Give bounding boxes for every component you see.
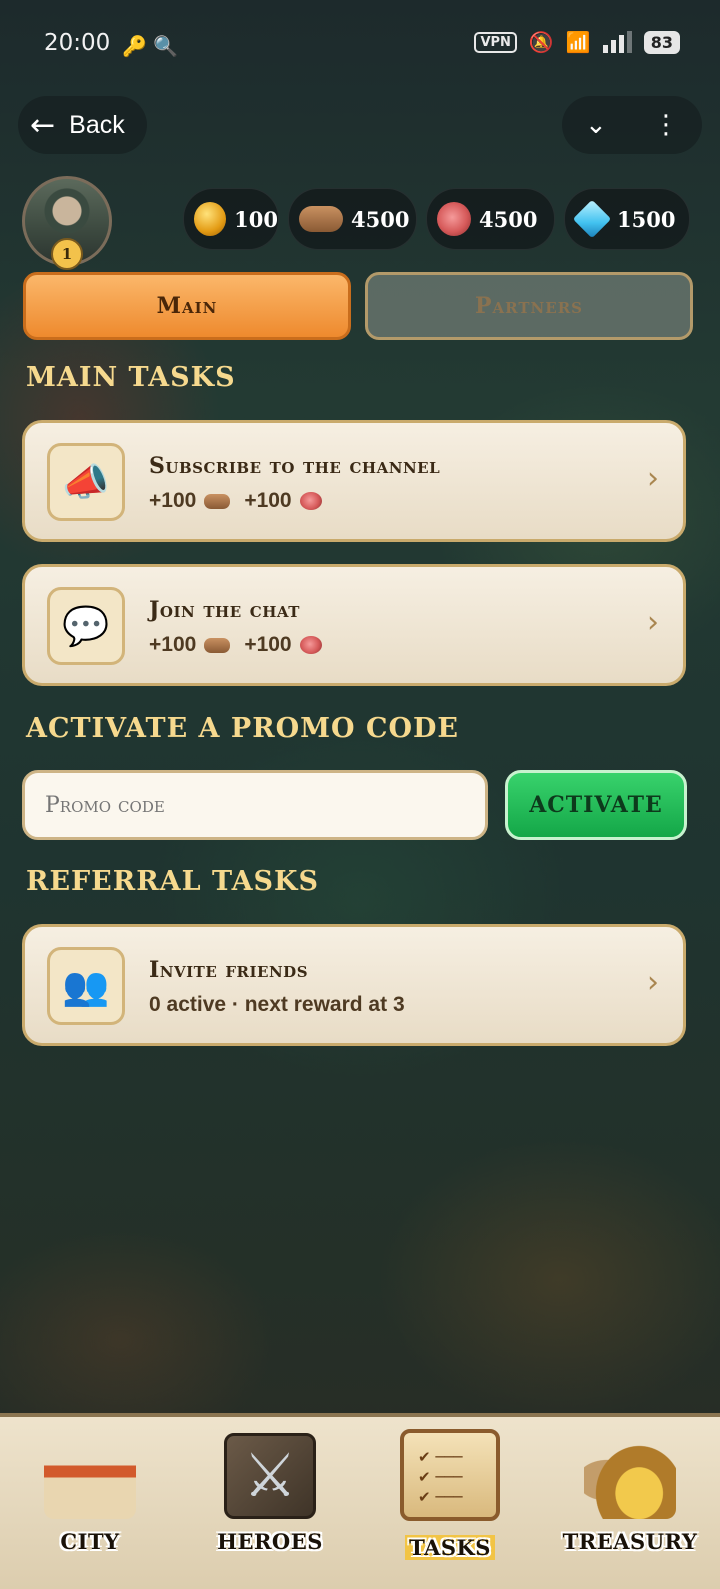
referral-progress: 0 active · next reward at 3: [149, 993, 405, 1016]
resource-wood-value: 4500: [351, 206, 410, 232]
nav-tasks[interactable]: TASKS: [360, 1417, 540, 1589]
wifi-icon: 📶: [565, 30, 591, 54]
task-title: Join the chat: [149, 597, 300, 623]
crossed-axes-icon: [224, 1433, 316, 1519]
resource-gold-value: 100: [234, 206, 278, 232]
reward-meat-amount: +100: [244, 489, 292, 512]
meat-icon: [299, 492, 322, 510]
activate-button[interactable]: ACTIVATE: [505, 770, 687, 840]
nav-treasury[interactable]: TREASURY: [540, 1417, 720, 1589]
resource-wood: 4500: [288, 188, 417, 250]
chevron-right-icon: ›: [647, 605, 659, 640]
resource-gems-value: 1500: [617, 206, 676, 232]
meat-icon: [299, 636, 322, 654]
task-card-invite-friends[interactable]: 👥 Invite friends 0 active · next reward …: [22, 924, 686, 1046]
wood-log-icon: [299, 206, 343, 232]
city-house-icon: [44, 1433, 136, 1519]
wood-log-icon: [204, 493, 231, 509]
task-rewards: +100 +100: [149, 489, 322, 513]
nav-treasury-label: TREASURY: [562, 1529, 698, 1554]
gold-coin-icon: [194, 202, 227, 236]
task-card-subscribe[interactable]: 📣 Subscribe to the channel +100 +100 ›: [22, 420, 686, 542]
reward-wood-amount: +100: [149, 633, 197, 656]
treasure-chest-icon: [584, 1433, 676, 1519]
chevron-right-icon: ›: [647, 461, 659, 496]
nav-heroes[interactable]: HEROES: [180, 1417, 360, 1589]
meat-icon: [437, 202, 471, 236]
nav-tasks-label: TASKS: [405, 1535, 495, 1560]
section-main-tasks: MAIN TASKS: [26, 362, 236, 393]
header-actions: ⌄ ⋮: [562, 96, 702, 154]
task-rewards: +100 +100: [149, 633, 322, 657]
tab-main[interactable]: Main: [23, 272, 351, 340]
people-icon: 👥: [47, 947, 125, 1025]
signal-icon: [602, 31, 632, 53]
vpn-icon: VPN: [474, 31, 517, 53]
speech-bubble-icon: 💬: [47, 587, 125, 665]
bell-muted-icon: 🔕: [528, 30, 554, 54]
task-card-join-chat[interactable]: 💬 Join the chat +100 +100 ›: [22, 564, 686, 686]
battery-icon: 83: [643, 30, 680, 54]
section-promo: ACTIVATE A PROMO CODE: [26, 713, 459, 744]
status-notification-icons: 🔑 🔍: [122, 34, 179, 58]
resource-meat: 4500: [426, 188, 555, 250]
wood-log-icon: [204, 637, 231, 653]
back-label: Back: [69, 110, 125, 139]
back-button[interactable]: ← Back: [18, 96, 147, 154]
task-title: Subscribe to the channel: [149, 453, 441, 479]
resource-gold: 100: [183, 188, 279, 250]
level-badge: 1: [51, 238, 83, 270]
chevron-right-icon: ›: [647, 965, 659, 1000]
reward-meat-amount: +100: [244, 633, 292, 656]
more-vertical-icon[interactable]: ⋮: [653, 110, 679, 140]
status-time: 20:00: [44, 30, 111, 56]
status-right-group: VPN 🔕 📶 83: [474, 30, 680, 54]
tab-partners[interactable]: Partners: [365, 272, 693, 340]
nav-city-label: CITY: [60, 1529, 120, 1554]
task-scroll-icon: [400, 1429, 500, 1521]
bottom-nav: CITY HEROES TASKS TREASURY: [0, 1413, 720, 1589]
nav-city[interactable]: CITY: [0, 1417, 180, 1589]
section-referral-tasks: REFERRAL TASKS: [26, 866, 320, 897]
nav-tasks-label-wrap: TASKS: [360, 1535, 540, 1560]
reward-wood-amount: +100: [149, 489, 197, 512]
arrow-left-icon: ←: [30, 107, 56, 143]
status-bar: 20:00 🔑 🔍 VPN 🔕 📶 83: [0, 0, 720, 90]
megaphone-icon: 📣: [47, 443, 125, 521]
resource-gems: 1500: [564, 188, 690, 250]
resource-meat-value: 4500: [479, 206, 538, 232]
nav-heroes-label: HEROES: [217, 1529, 323, 1554]
diamond-icon: [572, 199, 612, 239]
promo-code-input[interactable]: [22, 770, 488, 840]
task-title: Invite friends: [149, 957, 309, 983]
chevron-down-icon[interactable]: ⌄: [585, 110, 607, 140]
